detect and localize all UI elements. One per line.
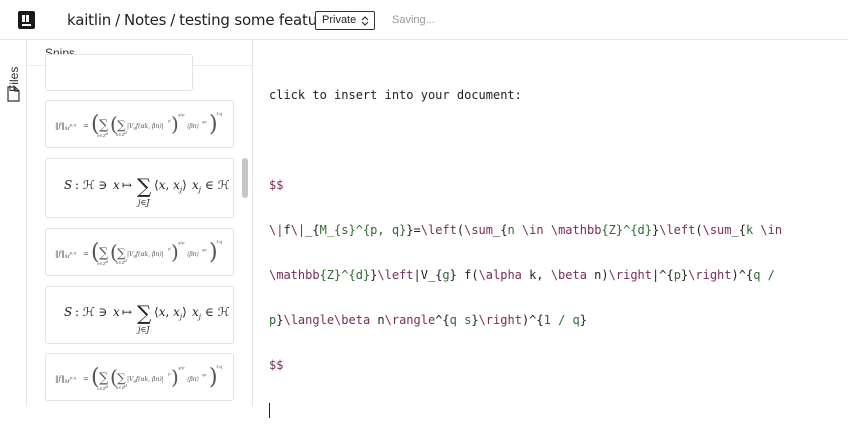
svg-text:‖f‖Mp,q: ‖f‖Mp,q xyxy=(55,375,77,385)
svg-text:: ℋ ∋: : ℋ ∋ xyxy=(75,305,107,319)
breadcrumb-separator: / xyxy=(170,11,176,29)
svg-text:n∈ℤd: n∈ℤd xyxy=(97,384,108,391)
cursor-line[interactable] xyxy=(269,403,782,418)
updown-chevron-icon xyxy=(361,16,369,26)
svg-text:k∈ℤd: k∈ℤd xyxy=(116,130,127,137)
breadcrumb-separator: / xyxy=(115,11,120,29)
svg-text:qs: qs xyxy=(202,119,207,124)
svg-text:q/p: q/p xyxy=(178,240,185,245)
svg-text:qs: qs xyxy=(202,372,207,377)
svg-text:↦: ↦ xyxy=(122,305,132,319)
svg-text:∑: ∑ xyxy=(137,301,152,325)
svg-text:qs: qs xyxy=(202,247,207,252)
snip-formula-image: ‖f‖Mp,q = ( ∑ n∈ℤd ( ∑ k∈ℤd |Vgf(αk, βn)… xyxy=(55,239,223,266)
latex-line-3: p}\langle\beta n\rangle^{q s}\right)^{1 … xyxy=(269,313,587,327)
editor[interactable]: click to insert into your document: $$ \… xyxy=(253,40,848,418)
svg-text:∈ ℋ: ∈ ℋ xyxy=(205,178,230,192)
svg-text:1/q: 1/q xyxy=(216,111,223,116)
svg-text:S: S xyxy=(64,305,72,319)
snip-card[interactable]: S : ℋ ∋ x ↦ ∑ j∈J ⟨x, xj⟩ xj ∈ ℋ xyxy=(45,286,234,344)
svg-text:|Vgf(αk, βn)|: |Vgf(αk, βn)| xyxy=(127,376,164,383)
svg-text:1/q: 1/q xyxy=(216,239,223,244)
svg-text:⟨x, xj⟩: ⟨x, xj⟩ xyxy=(154,305,187,321)
breadcrumb-folder[interactable]: Notes xyxy=(124,11,167,29)
svg-text:⟨x, xj⟩: ⟨x, xj⟩ xyxy=(154,178,187,194)
latex-line-2: \mathbb{Z}^{d}}\left|V_{g} f(\alpha k, \… xyxy=(269,268,775,282)
svg-text:xj: xj xyxy=(192,178,202,194)
svg-text:x: x xyxy=(113,178,120,192)
svg-text:n∈ℤd: n∈ℤd xyxy=(97,131,108,138)
svg-text:q/p: q/p xyxy=(178,112,185,117)
editor-content[interactable]: click to insert into your document: $$ \… xyxy=(269,58,782,448)
svg-text:S: S xyxy=(64,178,72,192)
privacy-select[interactable]: Private xyxy=(315,11,376,30)
top-bar: kaitlin / Notes / testing some feature Priva… xyxy=(0,0,848,40)
editor-intro: click to insert into your document: xyxy=(269,88,522,102)
snips-panel: Snips ‖f‖Mp,q = ( ∑ n∈ℤd ( ∑ k∈ℤd |Vgf(α… xyxy=(27,40,253,406)
svg-text:∑: ∑ xyxy=(137,174,152,198)
breadcrumb-document[interactable]: testing some feature xyxy=(179,11,332,29)
snip-card[interactable]: ‖f‖Mp,q = ( ∑ n∈ℤd ( ∑ k∈ℤd |Vgf(αk, βn)… xyxy=(45,228,234,276)
svg-text:↦: ↦ xyxy=(122,178,132,192)
svg-text:xj: xj xyxy=(192,305,202,321)
file-icon[interactable] xyxy=(7,86,20,102)
left-rail: Files xyxy=(0,40,27,406)
svg-text:=: = xyxy=(83,375,89,383)
breadcrumb: kaitlin / Notes / testing some feature xyxy=(67,11,332,29)
svg-text:⟨βn⟩: ⟨βn⟩ xyxy=(187,376,199,383)
svg-text:j∈J: j∈J xyxy=(136,325,150,334)
snips-scrollbar[interactable] xyxy=(242,158,248,198)
snip-card[interactable]: ‖f‖Mp,q = ( ∑ n∈ℤd ( ∑ k∈ℤd |Vgf(αk, βn)… xyxy=(45,353,234,401)
snip-card[interactable]: S : ℋ ∋ x ↦ ∑ j∈J ⟨x, xj⟩ xj ∈ ℋ xyxy=(45,158,234,218)
snip-formula-image: ‖f‖Mp,q = ( ∑ n∈ℤd ( ∑ k∈ℤd |Vgf(αk, βn)… xyxy=(55,111,223,138)
snip-card[interactable] xyxy=(45,54,193,91)
svg-text:1/q: 1/q xyxy=(216,364,223,369)
svg-text:=: = xyxy=(83,250,89,258)
snip-formula-image: S : ℋ ∋ x ↦ ∑ j∈J ⟨x, xj⟩ xj ∈ ℋ xyxy=(64,174,230,207)
save-status: Saving... xyxy=(392,14,435,26)
svg-text:j∈J: j∈J xyxy=(136,198,150,207)
privacy-value: Private xyxy=(322,14,357,26)
svg-text:‖f‖Mp,q: ‖f‖Mp,q xyxy=(55,122,77,132)
svg-text:‖f‖Mp,q: ‖f‖Mp,q xyxy=(55,250,77,260)
svg-text:|Vgf(αk, βn)|: |Vgf(αk, βn)| xyxy=(127,251,164,258)
latex-delimiter-open: $$ xyxy=(269,178,284,192)
svg-text:k∈ℤd: k∈ℤd xyxy=(116,383,127,390)
snip-formula-image: ‖f‖Mp,q = ( ∑ n∈ℤd ( ∑ k∈ℤd |Vgf(αk, βn)… xyxy=(55,364,223,391)
svg-text:n∈ℤd: n∈ℤd xyxy=(97,259,108,266)
breadcrumb-user[interactable]: kaitlin xyxy=(67,11,111,29)
svg-text:x: x xyxy=(113,305,120,319)
latex-delimiter-close: $$ xyxy=(269,358,284,372)
app-logo-icon[interactable] xyxy=(17,10,36,30)
svg-text:k∈ℤd: k∈ℤd xyxy=(116,258,127,265)
snip-formula-image: S : ℋ ∋ x ↦ ∑ j∈J ⟨x, xj⟩ xj ∈ ℋ xyxy=(64,301,230,334)
svg-text:∈ ℋ: ∈ ℋ xyxy=(205,305,230,319)
snip-card[interactable]: ‖f‖Mp,q = ( ∑ n∈ℤd ( ∑ k∈ℤd |Vgf(αk, βn)… xyxy=(45,100,234,148)
svg-text:⟨βn⟩: ⟨βn⟩ xyxy=(187,123,199,130)
svg-text:q/p: q/p xyxy=(178,365,185,370)
svg-text:|Vgf(αk, βn)|: |Vgf(αk, βn)| xyxy=(127,123,164,130)
text-cursor xyxy=(269,403,270,418)
svg-text:: ℋ ∋: : ℋ ∋ xyxy=(75,178,107,192)
latex-line-1: \|f\|_{M_{s}^{p, q}}=\left(\sum_{n \in \… xyxy=(269,223,783,237)
svg-text:⟨βn⟩: ⟨βn⟩ xyxy=(187,251,199,258)
svg-text:=: = xyxy=(83,122,89,130)
